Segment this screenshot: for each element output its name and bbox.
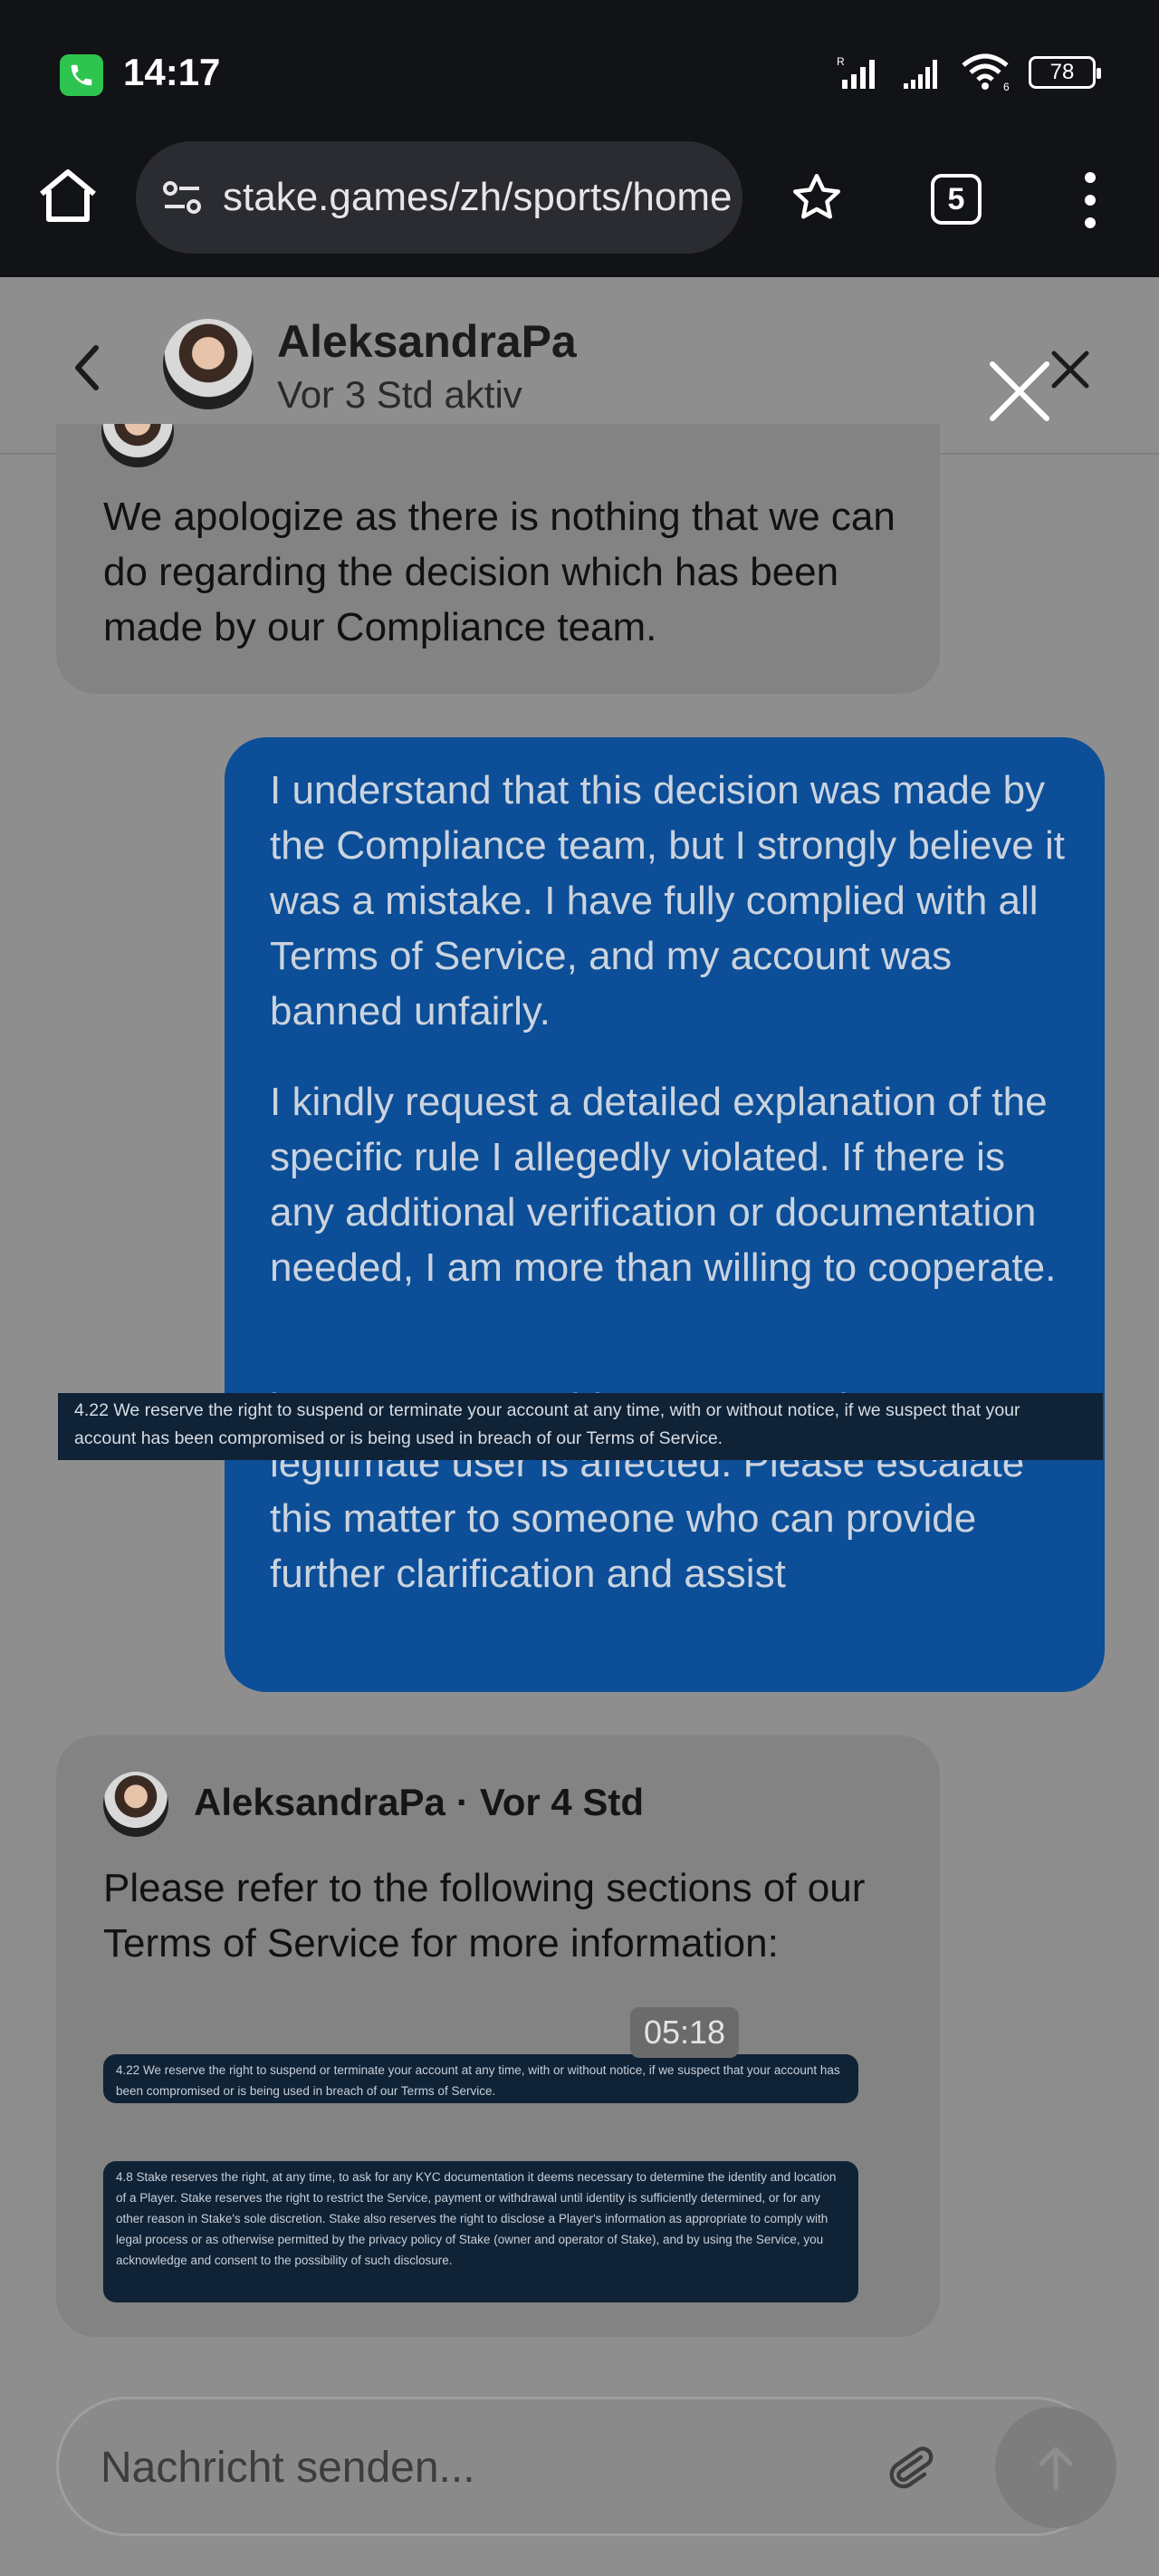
more-menu-icon[interactable] bbox=[1079, 172, 1101, 228]
message-paragraph: I understand that this decision was made… bbox=[270, 768, 1066, 1033]
message-input[interactable] bbox=[101, 2436, 825, 2499]
arrow-up-icon bbox=[1039, 2446, 1073, 2490]
send-button[interactable] bbox=[995, 2407, 1116, 2528]
close-icon[interactable] bbox=[987, 359, 1052, 424]
message-composer bbox=[56, 2397, 1116, 2536]
incoming-message: We apologize as there is nothing that we… bbox=[56, 424, 940, 694]
message-text: Please refer to the following sections o… bbox=[103, 1866, 866, 1966]
wifi-6-icon: 6 bbox=[962, 53, 1010, 92]
url-text: stake.games/zh/sports/home bbox=[223, 175, 733, 219]
agent-avatar bbox=[103, 1772, 168, 1837]
attach-paperclip-icon[interactable] bbox=[883, 2441, 935, 2494]
message-text: We apologize as there is nothing that we… bbox=[103, 495, 896, 649]
tos-overlay-banner: 4.22 We reserve the right to suspend or … bbox=[58, 1393, 1103, 1460]
outgoing-message: I understand that this decision was made… bbox=[225, 737, 1105, 1692]
message-paragraph: I kindly request a detailed explanation … bbox=[270, 1080, 1057, 1290]
browser-toolbar: 14:17 R 6 78 stake.games/zh/sports/home … bbox=[0, 0, 1159, 277]
author-name: AleksandraPa bbox=[194, 1781, 445, 1823]
battery-icon: 78 bbox=[1029, 56, 1101, 89]
tos-excerpt-image[interactable]: 4.22 We reserve the right to suspend or … bbox=[103, 2054, 858, 2103]
bookmark-star-icon[interactable] bbox=[790, 170, 844, 225]
svg-text:R: R bbox=[837, 55, 845, 68]
tab-switcher-icon[interactable]: 5 bbox=[931, 174, 982, 225]
video-timestamp: 05:18 bbox=[630, 2007, 739, 2058]
site-settings-icon[interactable] bbox=[158, 172, 208, 223]
signal-r-icon: R bbox=[837, 55, 875, 89]
agent-avatar bbox=[163, 319, 254, 409]
address-bar[interactable]: stake.games/zh/sports/home bbox=[136, 141, 742, 254]
agent-avatar bbox=[101, 424, 174, 467]
call-active-icon[interactable] bbox=[60, 54, 103, 96]
agent-name: AleksandraPa bbox=[277, 316, 577, 367]
meta-separator: · bbox=[455, 1781, 469, 1823]
message-time: Vor 4 Std bbox=[479, 1781, 645, 1823]
tab-count: 5 bbox=[947, 181, 965, 216]
tos-excerpt-image[interactable]: 4.8 Stake reserves the right, at any tim… bbox=[103, 2161, 858, 2302]
signal-icon bbox=[904, 60, 937, 89]
status-icons: R 6 78 bbox=[835, 53, 1101, 92]
agent-status: Vor 3 Std aktiv bbox=[277, 373, 522, 416]
back-arrow-icon[interactable] bbox=[65, 341, 109, 395]
message-meta: AleksandraPa · Vor 4 Std bbox=[194, 1781, 644, 1824]
clock: 14:17 bbox=[123, 51, 221, 93]
close-chat-icon[interactable] bbox=[1049, 348, 1092, 391]
home-icon[interactable] bbox=[36, 167, 100, 225]
battery-level: 78 bbox=[1049, 60, 1075, 84]
status-bar: 14:17 R 6 78 bbox=[0, 0, 1159, 147]
svg-text:6: 6 bbox=[1003, 81, 1010, 92]
incoming-message: AleksandraPa · Vor 4 Std Please refer to t… bbox=[56, 1735, 940, 2337]
